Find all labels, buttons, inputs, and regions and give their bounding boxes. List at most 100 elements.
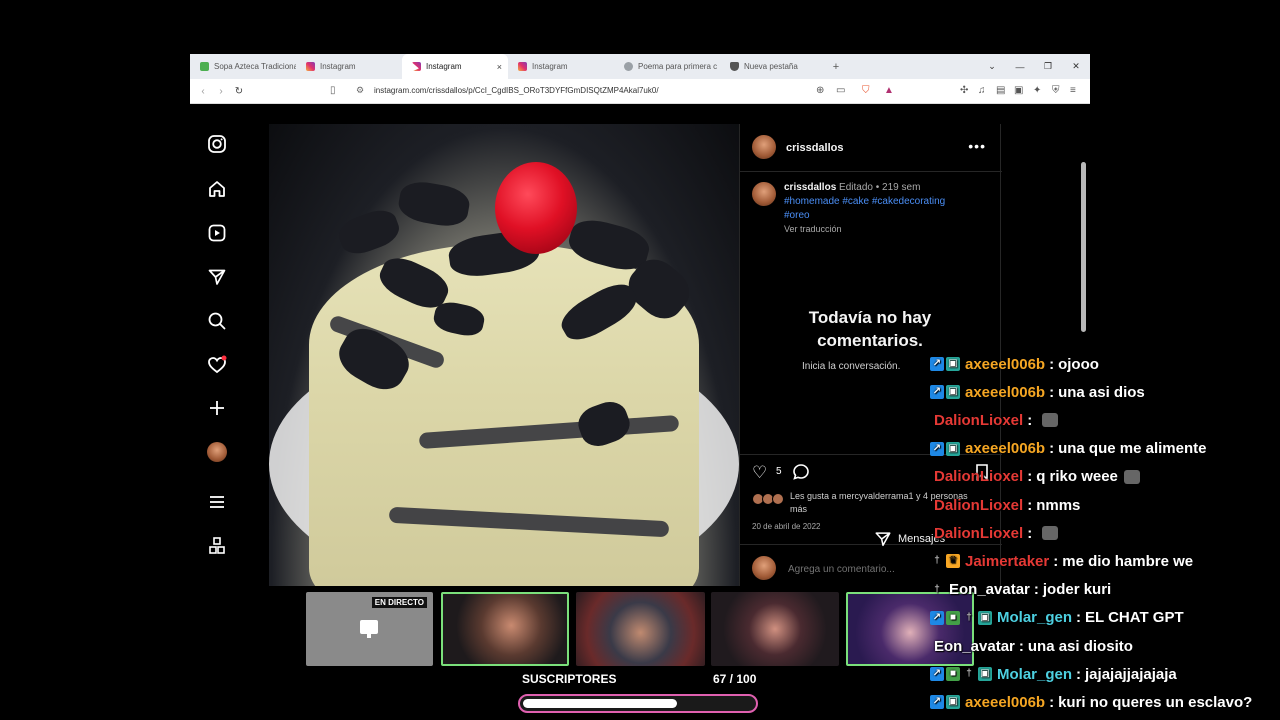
like-heart-icon[interactable]: ♡	[752, 463, 767, 483]
browser-menu-icon[interactable]: ≡	[1070, 85, 1076, 96]
more-apps-icon[interactable]	[207, 536, 227, 556]
maximize-icon[interactable]: ❐	[1034, 61, 1062, 72]
vpn-icon[interactable]: ⛨	[1052, 85, 1060, 96]
minimize-icon[interactable]: —	[1006, 62, 1034, 72]
screen-share-tile[interactable]: EN DIRECTO	[306, 592, 433, 666]
post-author-username[interactable]: crissdallos	[786, 142, 843, 154]
chat-text: joder kuri	[1042, 581, 1112, 599]
media-icon[interactable]: ♫	[978, 85, 986, 96]
tab-list-chevron-icon[interactable]: ⌄	[978, 61, 1006, 72]
chat-username[interactable]: Molar_gen	[997, 609, 1072, 626]
likes-count: 5	[776, 466, 782, 477]
extensions-icon[interactable]: ✣	[960, 85, 968, 96]
caption-avatar[interactable]	[752, 182, 776, 206]
search-icon[interactable]	[207, 311, 227, 331]
wallet-icon[interactable]: ▣	[1014, 85, 1023, 96]
webcam-tile-3[interactable]	[711, 592, 839, 666]
gift-badge-icon: ▣	[946, 695, 960, 710]
profile-avatar[interactable]	[207, 442, 227, 462]
site-info-icon[interactable]: ⚙	[356, 85, 364, 96]
chat-username[interactable]: Eon_avatar	[949, 581, 1030, 598]
chat-message: DalionLioxel:	[930, 521, 1059, 545]
chat-message: † ♛ Jaimertaker: me dio hambre we	[930, 549, 1193, 573]
instagram-icon	[306, 62, 315, 71]
caption-dot: •	[875, 182, 880, 193]
direct-message-icon	[875, 532, 891, 547]
cast-icon[interactable]: ▭	[836, 85, 845, 96]
tab-label: Poema para primera c	[638, 62, 718, 71]
tab-nueva-pestana[interactable]: Nueva pestaña	[720, 54, 826, 79]
chat-message: ↗ ▣ axeeel006b: kuri no queres un esclavo?	[930, 690, 1252, 714]
zoom-icon[interactable]: ⊕	[816, 85, 824, 96]
more-options-icon[interactable]: •••	[968, 138, 986, 154]
liker-avatar	[772, 493, 784, 505]
chat-username[interactable]: DalionLioxel	[934, 412, 1023, 429]
chat-separator: :	[1076, 665, 1082, 683]
chat-separator: :	[1027, 496, 1033, 514]
sword-badge-icon: †	[966, 611, 972, 623]
globe-icon	[624, 62, 633, 71]
tab-instagram-1[interactable]: Instagram	[296, 54, 402, 79]
see-translation-link[interactable]: Ver traducción	[784, 224, 842, 234]
close-tab-icon[interactable]: ×	[497, 62, 502, 72]
crown-badge-icon: ♛	[946, 554, 960, 569]
chat-message: ↗ ▣ axeeel006b: una que me alimente	[930, 437, 1206, 461]
brave-rewards-icon[interactable]: ▲	[884, 85, 894, 96]
add-comment-input[interactable]: Agrega un comentario...	[788, 564, 895, 575]
page-scrollbar[interactable]	[1081, 162, 1086, 332]
chat-text: kuri no queres un esclavo?	[1058, 693, 1253, 711]
leo-icon[interactable]: ✦	[1033, 85, 1041, 96]
caption-username[interactable]: crissdallos	[784, 182, 836, 193]
chat-username[interactable]: Eon_avatar	[934, 638, 1015, 655]
chat-username[interactable]: Jaimertaker	[965, 553, 1049, 570]
chat-username[interactable]: axeeel006b	[965, 356, 1045, 373]
bookmark-icon[interactable]: ▯	[330, 85, 336, 96]
tab-poema[interactable]: Poema para primera c	[614, 54, 720, 79]
stream-screen: Sopa Azteca Tradiciona Instagram Instagr…	[0, 0, 1280, 720]
caption-hashtag-oreo[interactable]: #oreo	[784, 210, 810, 221]
brave-shields-icon[interactable]: ⛉	[862, 85, 870, 96]
caption-hashtags[interactable]: #homemade #cake #cakedecorating	[784, 196, 945, 207]
author-avatar[interactable]	[752, 135, 776, 159]
create-plus-icon[interactable]	[207, 398, 227, 418]
chat-username[interactable]: DalionLioxel	[934, 497, 1023, 514]
chat-username[interactable]: DalionLioxel	[934, 468, 1023, 485]
caption-header: crissdallos Editado • 219 sem	[784, 182, 920, 193]
back-icon[interactable]: ‹	[194, 86, 212, 97]
chat-text: EL CHAT GPT	[1085, 609, 1184, 627]
chat-separator: :	[1076, 609, 1082, 627]
direct-message-icon[interactable]	[207, 267, 227, 287]
commenter-avatar	[752, 556, 776, 580]
chat-username[interactable]: axeeel006b	[965, 440, 1045, 457]
webcam-tile-1[interactable]	[441, 592, 569, 666]
arrow-badge-icon: ↗	[930, 385, 944, 400]
post-image-oreo-cake[interactable]	[269, 124, 739, 586]
close-window-icon[interactable]: ✕	[1062, 61, 1090, 72]
chat-username[interactable]: Molar_gen	[997, 666, 1072, 683]
chat-username[interactable]: DalionLioxel	[934, 525, 1023, 542]
chat-username[interactable]: axeeel006b	[965, 384, 1045, 401]
chat-username[interactable]: axeeel006b	[965, 694, 1045, 711]
reels-icon[interactable]	[207, 223, 227, 243]
screen-share-icon	[360, 620, 378, 638]
tab-instagram-3[interactable]: Instagram	[508, 54, 614, 79]
webcam-tile-2[interactable]	[576, 592, 705, 666]
sword-badge-icon: †	[934, 583, 940, 595]
reading-list-icon[interactable]: ▤	[996, 85, 1005, 96]
menu-icon[interactable]	[207, 492, 227, 512]
forward-icon[interactable]: ›	[212, 86, 230, 97]
chat-text: una asi dios	[1058, 383, 1145, 401]
reload-icon[interactable]: ↻	[230, 86, 248, 97]
notifications-heart-icon[interactable]	[207, 355, 227, 375]
tab-sopa-azteca[interactable]: Sopa Azteca Tradiciona	[190, 54, 296, 79]
instagram-logo-icon[interactable]	[207, 134, 227, 154]
green-badge-icon: ■	[946, 610, 960, 625]
chat-emote-icon	[1042, 413, 1059, 428]
comment-icon[interactable]	[792, 463, 810, 486]
home-icon[interactable]	[207, 179, 227, 199]
chat-separator: :	[1049, 693, 1055, 711]
caption-time: 219 sem	[882, 182, 921, 193]
new-tab-button[interactable]: +	[826, 61, 846, 73]
url-field[interactable]: instagram.com/crissdallos/p/CcI_CgdIBS_O…	[374, 86, 659, 95]
gift-badge-icon: ▣	[946, 441, 960, 456]
